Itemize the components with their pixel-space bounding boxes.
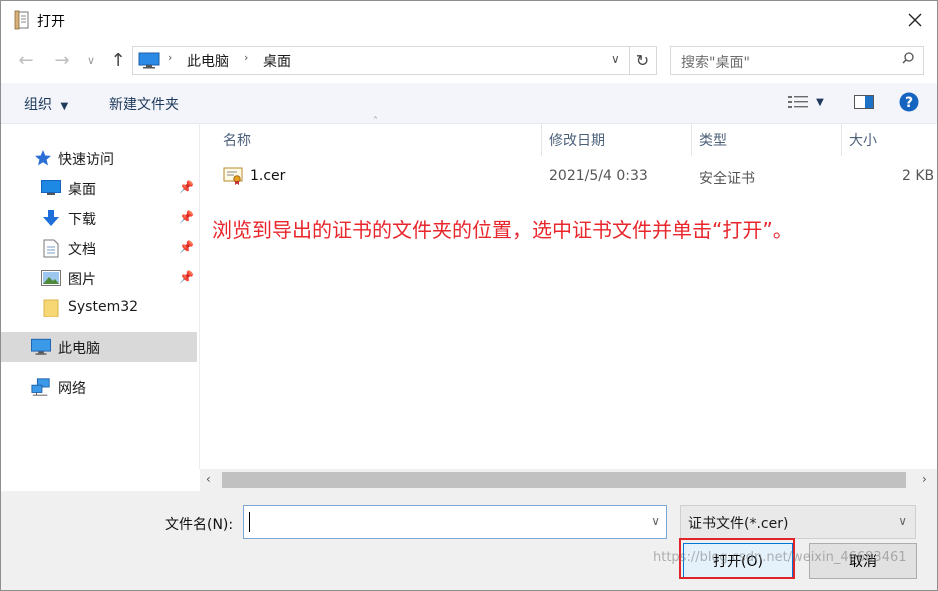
scroll-left-icon[interactable]: ‹ xyxy=(206,472,211,486)
sidebar-item-label: 下载 xyxy=(68,212,96,228)
open-file-dialog: 打开 ← → ∨ ↑ › 此电脑 › 桌面 ∨ ↻ 搜索"桌面" 组织 ▼ 新建… xyxy=(0,0,938,591)
sidebar-item-label: System32 xyxy=(68,299,139,315)
chevron-down-icon: ∨ xyxy=(898,514,907,528)
navigation-pane: 快速访问 桌面 📌 下载 📌 文档 📌 图片 📌 System32 此电脑 网络 xyxy=(1,124,200,469)
pin-icon[interactable]: 📌 xyxy=(179,180,194,194)
organize-button[interactable]: 组织 ▼ xyxy=(24,94,68,114)
breadcrumb-separator-icon: › xyxy=(244,51,249,64)
sidebar-item-label: 网络 xyxy=(58,381,86,397)
folder-icon xyxy=(41,298,61,318)
view-options-button[interactable]: ▼ xyxy=(784,91,828,113)
sidebar-item-label: 文档 xyxy=(68,242,96,258)
new-folder-button[interactable]: 新建文件夹 xyxy=(109,94,179,114)
sidebar-item-label: 此电脑 xyxy=(58,341,100,357)
arrow-right-icon: → xyxy=(54,49,70,71)
recent-locations-button[interactable]: ∨ xyxy=(81,47,101,73)
command-bar: 组织 ▼ 新建文件夹 ▼ ? xyxy=(1,83,937,124)
filter-value: 证书文件(*.cer) xyxy=(688,516,789,532)
file-name-pane: 文件名(N): ∨ 证书文件(*.cer) ∨ 打开(O) 取消 https:/… xyxy=(1,491,937,590)
file-type-filter-select[interactable]: 证书文件(*.cer) ∨ xyxy=(680,505,916,539)
sidebar-item-network[interactable]: 网络 xyxy=(1,372,197,402)
pin-icon[interactable]: 📌 xyxy=(179,270,194,284)
download-icon xyxy=(41,208,61,228)
text-caret xyxy=(249,512,250,532)
caret-down-icon: ▼ xyxy=(816,96,824,108)
column-divider[interactable] xyxy=(541,124,542,156)
column-header-size[interactable]: 大小 xyxy=(849,130,877,150)
certificate-icon xyxy=(223,167,243,185)
refresh-icon: ↻ xyxy=(635,51,650,70)
watermark-text: https://blog.csdn.net/weixin_46683461 xyxy=(653,550,907,565)
view-list-icon xyxy=(788,96,809,108)
pin-icon[interactable]: 📌 xyxy=(179,210,194,224)
column-header-modified[interactable]: 修改日期 xyxy=(549,130,605,150)
pin-icon[interactable]: 📌 xyxy=(179,240,194,254)
sidebar-item-documents[interactable]: 文档 📌 xyxy=(1,233,197,263)
title-bar: 打开 xyxy=(1,1,937,39)
search-placeholder: 搜索"桌面" xyxy=(681,55,750,71)
search-icon xyxy=(902,52,914,64)
window-title: 打开 xyxy=(37,14,65,30)
file-list: ˄ 名称 修改日期 类型 大小 1.cer 2021/5/4 0:33 安全证书… xyxy=(200,116,937,469)
instruction-annotation: 浏览到导出的证书的文件夹的位置，选中证书文件并单击“打开”。 xyxy=(212,218,793,242)
sidebar-item-system32[interactable]: System32 xyxy=(1,293,197,323)
breadcrumb-separator-icon: › xyxy=(168,51,173,64)
back-button[interactable]: ← xyxy=(13,47,39,73)
caret-down-icon: ▼ xyxy=(60,101,69,112)
arrow-left-icon: ← xyxy=(18,49,34,71)
sidebar-item-label: 图片 xyxy=(68,272,96,288)
computer-icon xyxy=(138,52,160,69)
address-dropdown-icon[interactable]: ∨ xyxy=(611,52,620,66)
forward-button[interactable]: → xyxy=(49,47,75,73)
chevron-down-icon[interactable]: ∨ xyxy=(651,514,660,528)
close-button[interactable] xyxy=(893,1,937,39)
navigation-bar: ← → ∨ ↑ › 此电脑 › 桌面 ∨ ↻ 搜索"桌面" xyxy=(1,39,937,83)
search-input[interactable]: 搜索"桌面" xyxy=(670,46,924,75)
preview-pane-icon xyxy=(854,95,874,109)
star-icon xyxy=(33,148,53,168)
organize-label: 组织 xyxy=(24,97,52,113)
file-name[interactable]: 1.cer xyxy=(250,168,285,184)
desktop-icon xyxy=(41,178,61,198)
computer-icon xyxy=(31,337,51,357)
file-type: 安全证书 xyxy=(699,171,755,187)
file-modified: 2021/5/4 0:33 xyxy=(549,168,648,184)
help-icon: ? xyxy=(899,92,919,112)
scroll-right-icon[interactable]: › xyxy=(922,472,927,486)
preview-pane-button[interactable] xyxy=(853,91,875,113)
sidebar-item-label: 快速访问 xyxy=(58,152,114,168)
sidebar-item-desktop[interactable]: 桌面 📌 xyxy=(1,173,197,203)
sidebar-item-downloads[interactable]: 下载 📌 xyxy=(1,203,197,233)
picture-icon xyxy=(41,268,61,288)
column-header-name[interactable]: 名称 xyxy=(223,130,251,150)
help-button[interactable]: ? xyxy=(898,91,920,113)
filename-input[interactable]: ∨ xyxy=(243,505,667,539)
up-button[interactable]: ↑ xyxy=(105,47,131,73)
sidebar-item-quick-access[interactable]: 快速访问 xyxy=(1,143,197,173)
sidebar-item-pictures[interactable]: 图片 📌 xyxy=(1,263,197,293)
address-bar[interactable]: › 此电脑 › 桌面 ∨ xyxy=(132,46,630,75)
app-document-icon xyxy=(14,10,29,30)
scrollbar-thumb[interactable] xyxy=(222,472,906,488)
sort-ascending-icon: ˄ xyxy=(373,116,378,127)
column-divider[interactable] xyxy=(841,124,842,156)
svg-text:?: ? xyxy=(905,95,913,111)
breadcrumb-desktop[interactable]: 桌面 xyxy=(263,51,291,71)
column-divider[interactable] xyxy=(691,124,692,156)
breadcrumb-this-pc[interactable]: 此电脑 xyxy=(187,51,229,71)
refresh-button[interactable]: ↻ xyxy=(629,46,657,75)
file-size: 2 KB xyxy=(902,168,935,184)
network-icon xyxy=(31,377,51,397)
document-icon xyxy=(41,238,61,258)
horizontal-scrollbar[interactable]: ‹ › xyxy=(200,469,937,491)
sidebar-item-this-pc[interactable]: 此电脑 xyxy=(1,332,197,362)
chevron-down-icon: ∨ xyxy=(86,53,96,67)
arrow-up-icon: ↑ xyxy=(110,49,126,71)
column-header-type[interactable]: 类型 xyxy=(699,130,727,150)
filename-label: 文件名(N): xyxy=(165,517,234,533)
close-icon xyxy=(908,13,922,27)
sidebar-item-label: 桌面 xyxy=(68,182,96,198)
